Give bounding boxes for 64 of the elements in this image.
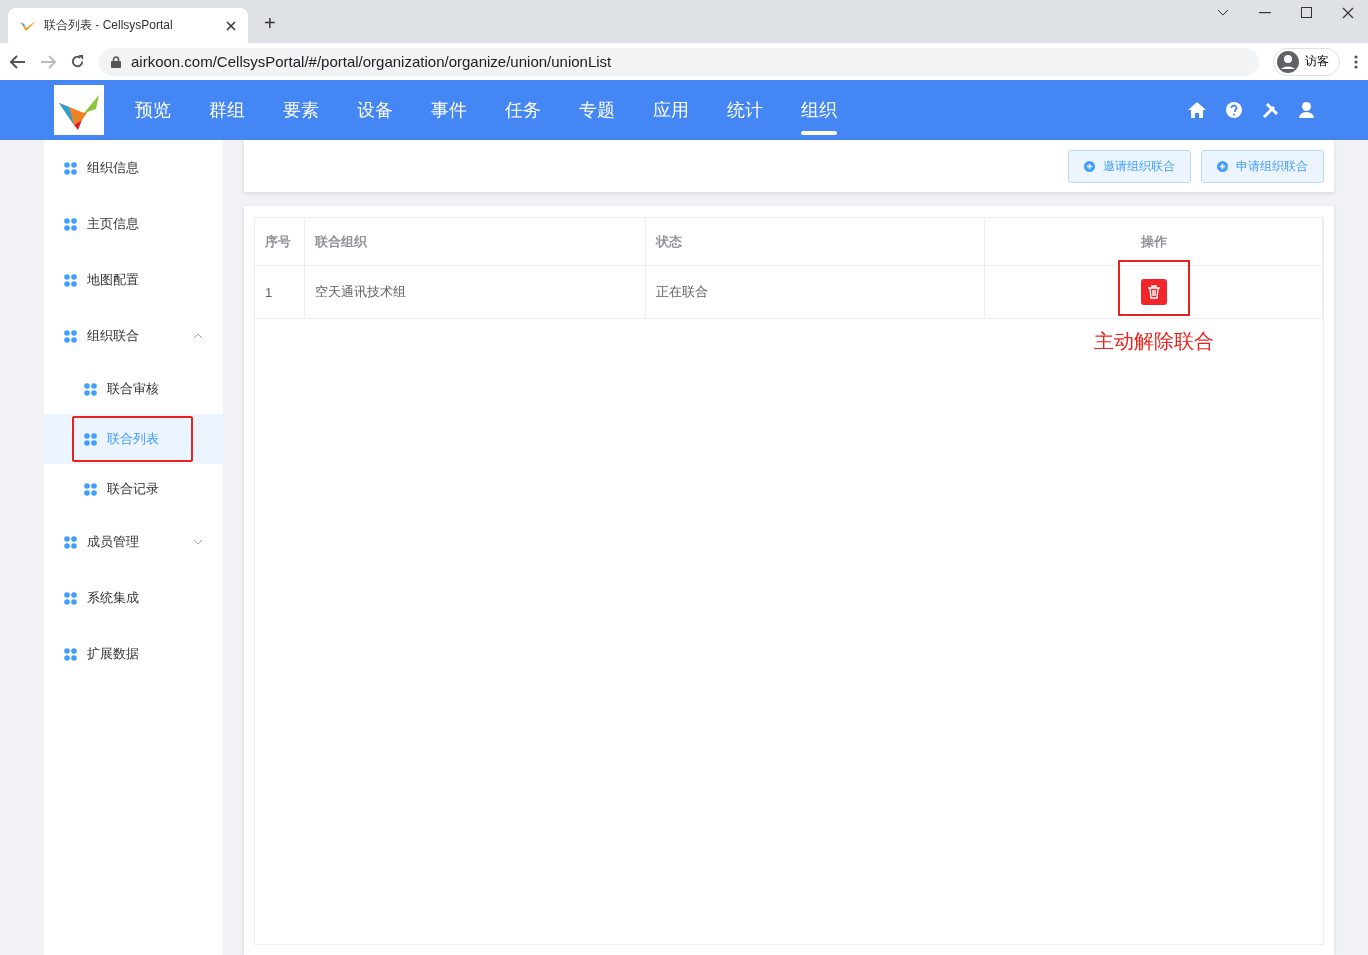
item-label: 成员管理 <box>87 533 139 551</box>
home-icon[interactable] <box>1188 101 1206 118</box>
plus-icon <box>1084 160 1095 172</box>
grid-icon <box>84 482 97 496</box>
item-label: 扩展数据 <box>87 645 139 663</box>
table-cell: 正在联合 <box>646 266 985 318</box>
address-bar[interactable]: airkoon.com/CellsysPortal/#/portal/organization/organize/union/unionList <box>99 47 1259 76</box>
minimize-icon[interactable] <box>1259 11 1271 14</box>
logo-icon <box>20 19 36 32</box>
chevron-icon <box>193 539 203 545</box>
grid-icon <box>64 217 77 231</box>
sidebar-item[interactable]: 组织联合 <box>44 308 223 364</box>
avatar-icon <box>1277 50 1299 73</box>
column-header: 状态 <box>646 218 985 265</box>
grid-icon <box>64 273 77 287</box>
plus-icon <box>1217 160 1228 172</box>
item-label: 联合记录 <box>107 480 159 498</box>
annotation-text: 主动解除联合 <box>1093 329 1214 354</box>
sidebar-item[interactable]: 组织信息 <box>44 140 223 196</box>
sidebar-subitem[interactable]: 联合审核 <box>44 364 223 414</box>
item-label: 组织联合 <box>87 327 139 345</box>
column-header: 序号 <box>255 218 305 265</box>
sidebar-item[interactable]: 主页信息 <box>44 196 223 252</box>
back-icon[interactable] <box>10 54 26 69</box>
table-cell: 1 <box>255 266 305 318</box>
item-label: 联合列表 <box>107 430 159 448</box>
sidebar-item[interactable]: 地图配置 <box>44 252 223 308</box>
grid-icon <box>64 161 77 175</box>
new-tab-button[interactable]: + <box>248 12 292 43</box>
user-icon[interactable] <box>1299 101 1314 118</box>
grid-icon <box>64 329 77 343</box>
chevron-icon[interactable] <box>1217 9 1229 16</box>
item-label: 系统集成 <box>87 589 139 607</box>
grid-icon <box>84 432 97 446</box>
tab-title: 联合列表 - CellsysPortal <box>44 17 174 34</box>
item-label: 组织信息 <box>87 159 139 177</box>
item-label: 主页信息 <box>87 215 139 233</box>
url-text: airkoon.com/CellsysPortal/#/portal/organization/organize/union/unionList <box>131 53 612 70</box>
delete-button[interactable] <box>1140 279 1167 305</box>
sidebar-subitem[interactable]: 联合记录 <box>44 464 223 514</box>
menu-icon[interactable] <box>1354 54 1358 69</box>
grid-icon <box>64 647 77 661</box>
item-label: 联合审核 <box>107 380 159 398</box>
tools-icon[interactable] <box>1262 101 1279 119</box>
column-header: 联合组织 <box>305 218 646 265</box>
trash-icon <box>1146 285 1161 299</box>
app-logo <box>54 85 104 135</box>
table-cell: 空天通讯技术组 <box>305 266 646 318</box>
browser-tab[interactable]: 联合列表 - CellsysPortal <box>8 8 248 43</box>
item-label: 地图配置 <box>87 271 139 289</box>
grid-icon <box>64 535 77 549</box>
reload-icon[interactable] <box>70 54 85 69</box>
sidebar-item[interactable]: 成员管理 <box>44 514 223 570</box>
close-icon[interactable] <box>1342 6 1354 19</box>
lock-icon <box>111 55 121 68</box>
help-icon[interactable] <box>1226 101 1242 118</box>
sidebar-item[interactable]: 扩展数据 <box>44 626 223 682</box>
grid-icon <box>64 591 77 605</box>
sidebar-item[interactable]: 系统集成 <box>44 570 223 626</box>
chevron-icon <box>193 333 203 339</box>
grid-icon <box>84 382 97 396</box>
column-header: 操作 <box>985 218 1323 265</box>
close-icon[interactable] <box>226 20 236 31</box>
maximize-icon[interactable] <box>1301 7 1312 18</box>
